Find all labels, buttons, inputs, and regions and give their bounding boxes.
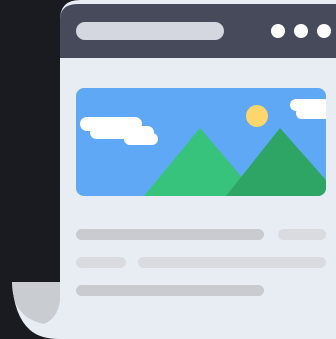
- text-line-3: [76, 285, 264, 296]
- web-page-document-icon: [12, 0, 336, 339]
- address-bar: [76, 22, 224, 40]
- web-document-illustration: [0, 0, 336, 339]
- window-dot-3: [317, 24, 331, 38]
- sun-icon: [246, 105, 268, 127]
- text-line-1: [76, 229, 264, 240]
- text-line-1b: [278, 229, 326, 240]
- page-curl: [12, 282, 60, 324]
- window-dot-1: [271, 24, 285, 38]
- image-card: [76, 88, 326, 196]
- window-dot-2: [294, 24, 308, 38]
- text-line-2b: [138, 257, 326, 268]
- text-line-2a: [76, 257, 126, 268]
